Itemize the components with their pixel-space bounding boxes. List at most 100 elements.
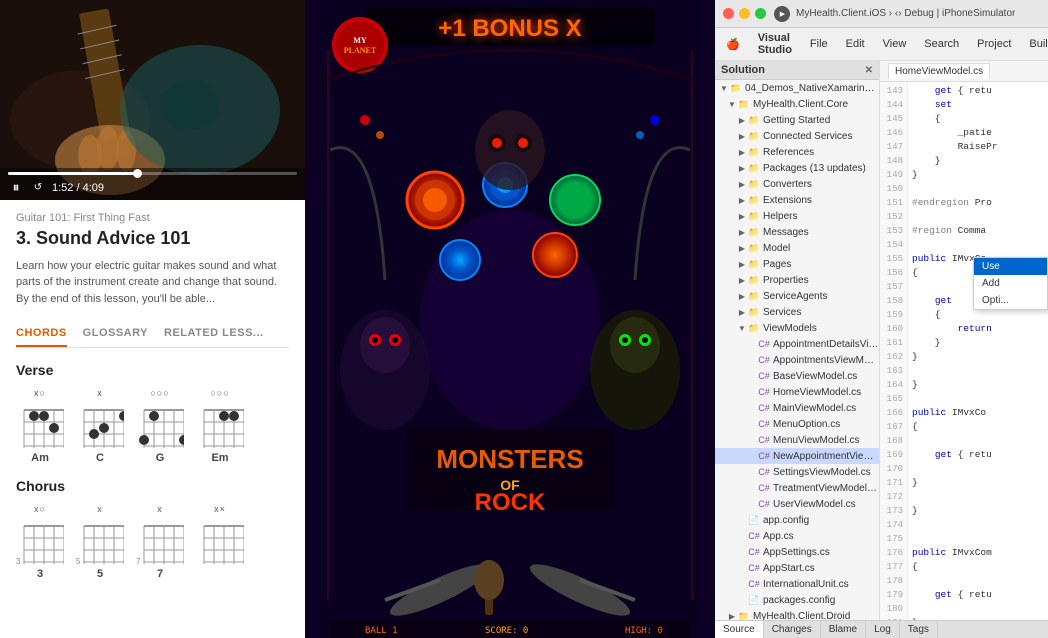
- menu-project[interactable]: Project: [974, 36, 1014, 52]
- chord-diagram-c: [76, 400, 124, 452]
- svg-text:5: 5: [76, 557, 81, 566]
- cs-icon-appsettings: C#: [747, 545, 761, 559]
- cs-icon-settings: C#: [757, 465, 771, 479]
- tree-project-droid[interactable]: ▶ 📁 MyHealth.Client.Droid: [715, 608, 879, 620]
- tree-helpers[interactable]: ▶ 📁 Helpers: [715, 208, 879, 224]
- tree-root[interactable]: ▼ 📁 04_Demos_NativeXamarinApps (master): [715, 80, 879, 96]
- tree-appstart[interactable]: C# AppStart.cs: [715, 560, 879, 576]
- tree-vm-settings[interactable]: C# SettingsViewModel.cs: [715, 464, 879, 480]
- tree-messages[interactable]: ▶ 📁 Messages: [715, 224, 879, 240]
- folder-icon-ext: 📁: [747, 193, 761, 207]
- chord-em[interactable]: ○○○ Em: [196, 388, 244, 464]
- tree-vm-menuoption[interactable]: C# MenuOption.cs: [715, 416, 879, 432]
- tree-label-main: MainViewModel.cs: [773, 403, 856, 414]
- code-tab-homeviewmodel[interactable]: HomeViewModel.cs: [888, 63, 990, 79]
- close-window-button[interactable]: [723, 8, 734, 19]
- menu-visual-studio-label[interactable]: Visual Studio: [755, 30, 795, 58]
- tree-services[interactable]: ▶ 📁 Services: [715, 304, 879, 320]
- tree-label-apptdetails: AppointmentDetailsViewModel.cs: [773, 339, 879, 350]
- tree-label-packages: Packages (13 updates): [763, 163, 866, 174]
- tree-vm-treatment[interactable]: C# TreatmentViewModel.cs: [715, 480, 879, 496]
- tree-label-appconfig: app.config: [763, 515, 809, 526]
- tree-appsettings[interactable]: C# AppSettings.cs: [715, 544, 879, 560]
- tree-extensions[interactable]: ▶ 📁 Extensions: [715, 192, 879, 208]
- menu-search[interactable]: Search: [921, 36, 962, 52]
- chord-c[interactable]: x C: [76, 388, 124, 464]
- cs-icon-treatment: C#: [757, 481, 771, 495]
- tree-pages[interactable]: ▶ 📁 Pages: [715, 256, 879, 272]
- bottom-tab-blame[interactable]: Blame: [821, 621, 866, 638]
- cs-icon-apptdetails: C#: [757, 337, 771, 351]
- chord-name-g: G: [156, 452, 165, 464]
- tree-label-viewmodels: ViewModels: [763, 323, 817, 334]
- tree-packages-config[interactable]: 📄 packages.config: [715, 592, 879, 608]
- code-content: 1431441451461471481491501511521531541551…: [880, 82, 1048, 620]
- menu-view[interactable]: View: [880, 36, 910, 52]
- chorus-chord-4[interactable]: x×: [196, 504, 244, 580]
- tree-vm-home[interactable]: C# HomeViewModel.cs: [715, 384, 879, 400]
- maximize-window-button[interactable]: [755, 8, 766, 19]
- progress-fill: [8, 172, 138, 175]
- tree-viewmodels[interactable]: ▼ 📁 ViewModels: [715, 320, 879, 336]
- tree-label-menuoption: MenuOption.cs: [773, 419, 840, 430]
- chorus-chord-3[interactable]: x 7 7: [136, 504, 184, 580]
- chord-am[interactable]: x○: [16, 388, 64, 464]
- lesson-content: Guitar 101: First Thing Fast 3. Sound Ad…: [0, 200, 305, 638]
- menu-build[interactable]: Build: [1026, 36, 1048, 52]
- verse-title: Verse: [16, 362, 289, 378]
- tree-vm-user[interactable]: C# UserViewModel.cs: [715, 496, 879, 512]
- skip-button[interactable]: ↺: [30, 182, 46, 193]
- progress-bar[interactable]: [8, 172, 297, 175]
- tree-vm-main[interactable]: C# MainViewModel.cs: [715, 400, 879, 416]
- tree-app-config[interactable]: 📄 app.config: [715, 512, 879, 528]
- tree-vm-appointments[interactable]: C# AppointmentsViewModel.cs: [715, 352, 879, 368]
- tree-model[interactable]: ▶ 📁 Model: [715, 240, 879, 256]
- folder-icon-pages: 📁: [747, 257, 761, 271]
- tree-vm-base[interactable]: C# BaseViewModel.cs: [715, 368, 879, 384]
- tab-related[interactable]: RELATED LESS...: [164, 321, 264, 347]
- tree-properties[interactable]: ▶ 📁 Properties: [715, 272, 879, 288]
- tree-serviceagents[interactable]: ▶ 📁 ServiceAgents: [715, 288, 879, 304]
- bottom-tab-log[interactable]: Log: [866, 621, 900, 638]
- folder-icon-pkg: 📁: [747, 161, 761, 175]
- svg-text:+1 BONUS X: +1 BONUS X: [438, 15, 581, 42]
- tree-intlunit[interactable]: C# InternationalUnit.cs: [715, 576, 879, 592]
- tree-label-converters: Converters: [763, 179, 812, 190]
- chord-g[interactable]: ○○○ G: [136, 388, 184, 464]
- tree-getting-started[interactable]: ▶ 📁 Getting Started: [715, 112, 879, 128]
- tree-vm-appointment-details[interactable]: C# AppointmentDetailsViewModel.cs: [715, 336, 879, 352]
- bottom-tab-changes[interactable]: Changes: [764, 621, 821, 638]
- tree-vm-menuvm[interactable]: C# MenuViewModel.cs: [715, 432, 879, 448]
- tree-label-messages: Messages: [763, 227, 809, 238]
- ctx-item-add[interactable]: Add: [974, 275, 1047, 292]
- tree-label-newappt: NewAppointmentViewModel.cs: [773, 451, 879, 462]
- video-player[interactable]: ⏸ ↺ 1:52 / 4:09: [0, 0, 305, 200]
- menu-file[interactable]: File: [807, 36, 831, 52]
- folder-icon-svc: 📁: [747, 305, 761, 319]
- bottom-tab-source[interactable]: Source: [715, 621, 764, 638]
- tree-connected-services[interactable]: ▶ 📁 Connected Services: [715, 128, 879, 144]
- chorus-chord-1[interactable]: x○ 3 3: [16, 504, 64, 580]
- tree-references[interactable]: ▶ 📁 References: [715, 144, 879, 160]
- tree-vm-newappt[interactable]: C# NewAppointmentViewModel.cs: [715, 448, 879, 464]
- svg-text:BALL 1: BALL 1: [365, 626, 398, 636]
- tab-glossary[interactable]: GLOSSARY: [83, 321, 148, 347]
- play-pause-button[interactable]: ⏸: [8, 179, 24, 196]
- tree-packages[interactable]: ▶ 📁 Packages (13 updates): [715, 160, 879, 176]
- menu-edit[interactable]: Edit: [843, 36, 868, 52]
- bottom-tab-tags[interactable]: Tags: [900, 621, 938, 638]
- tree-converters[interactable]: ▶ 📁 Converters: [715, 176, 879, 192]
- chorus-chord-2[interactable]: x 5 5: [76, 504, 124, 580]
- tree-app-cs[interactable]: C# App.cs: [715, 528, 879, 544]
- solution-close-button[interactable]: ✕: [865, 65, 873, 76]
- ctx-item-opti[interactable]: Opti...: [974, 292, 1047, 309]
- svg-text:ROCK: ROCK: [475, 489, 546, 516]
- minimize-window-button[interactable]: [739, 8, 750, 19]
- debug-play-button[interactable]: ▶: [774, 6, 790, 22]
- tab-chords[interactable]: CHORDS: [16, 321, 67, 347]
- tree-label-user: UserViewModel.cs: [773, 499, 856, 510]
- tree-label-droid: MyHealth.Client.Droid: [753, 611, 850, 621]
- ctx-item-use[interactable]: Use: [974, 258, 1047, 275]
- menu-visual-studio[interactable]: 🍎: [723, 36, 743, 53]
- tree-project-core[interactable]: ▼ 📁 MyHealth.Client.Core: [715, 96, 879, 112]
